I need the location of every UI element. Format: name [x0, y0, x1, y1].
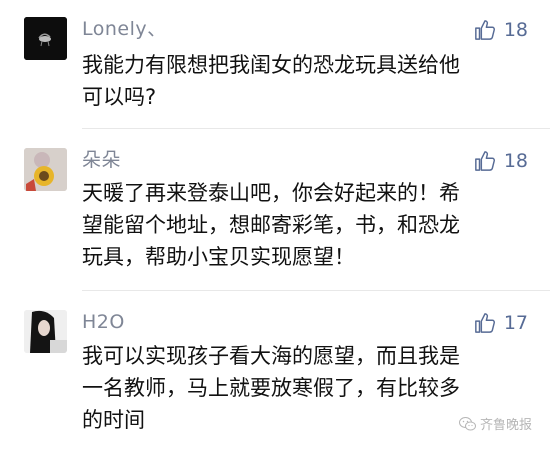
dark-photo-avatar-icon — [24, 17, 67, 60]
thumbs-up-icon — [474, 151, 495, 171]
username[interactable]: Lonely、 — [82, 17, 167, 41]
sunflower-avatar-icon — [24, 148, 67, 191]
comment-text: 我能力有限想把我闺女的恐龙玩具送给他 可以吗? — [82, 53, 460, 109]
watermark: 齐鲁晚报 — [458, 414, 532, 433]
avatar[interactable] — [24, 17, 67, 60]
like-count: 18 — [503, 150, 528, 172]
divider — [82, 290, 550, 291]
comment-text: 天暖了再来登泰山吧，你会好起来的！希 望能留个地址，想邮寄彩笔，书，和恐龙 玩具… — [82, 181, 460, 269]
username[interactable]: 朵朵 — [82, 148, 121, 172]
wechat-logo-icon — [458, 416, 476, 430]
like-count: 17 — [503, 312, 528, 334]
like-count: 18 — [503, 19, 528, 41]
watermark-text: 齐鲁晚报 — [479, 418, 532, 433]
avatar[interactable] — [24, 310, 67, 353]
avatar[interactable] — [24, 148, 67, 191]
like-button[interactable]: 17 — [474, 310, 528, 336]
portrait-avatar-icon — [24, 310, 67, 353]
username[interactable]: H2O — [82, 310, 125, 334]
like-button[interactable]: 18 — [474, 148, 528, 174]
like-button[interactable]: 18 — [474, 17, 528, 43]
divider — [82, 128, 550, 129]
thumbs-up-icon — [474, 20, 495, 40]
thumbs-up-icon — [474, 313, 495, 333]
